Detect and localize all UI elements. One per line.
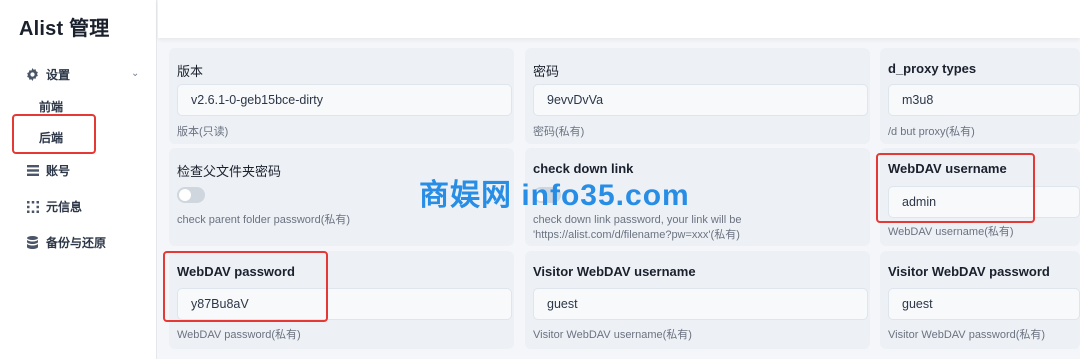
app-title: Alist 管理: [19, 18, 110, 40]
field-help: Visitor WebDAV password(私有): [888, 329, 1046, 341]
sidebar-item-settings[interactable]: 设置: [26, 66, 70, 83]
field-help: WebDAV username(私有): [888, 226, 1014, 238]
setting-card-password: 密码 9evvDvVa 密码(私有): [525, 48, 870, 144]
field-help: WebDAV password(私有): [177, 329, 301, 341]
field-label: Visitor WebDAV password: [888, 264, 1050, 279]
setting-card-visitor-webdav-username: Visitor WebDAV username guest Visitor We…: [525, 251, 870, 349]
highlight-box: [12, 114, 96, 154]
field-help: 密码(私有): [533, 126, 585, 138]
database-icon: [26, 236, 39, 249]
visitor-webdav-username-input[interactable]: guest: [533, 288, 868, 320]
sidebar-item-label: 元信息: [46, 200, 83, 214]
field-help: 'https://alist.com/d/filename?pw=xxx'(私有…: [533, 229, 740, 241]
visitor-webdav-password-input[interactable]: guest: [888, 288, 1080, 320]
highlight-box: [876, 153, 1035, 223]
toggle-knob: [179, 189, 191, 201]
check-parent-password-toggle[interactable]: [177, 187, 205, 203]
watermark-text: 商娱网 info35.com: [419, 179, 690, 212]
field-label: Visitor WebDAV username: [533, 264, 696, 279]
sidebar-item-label: 账号: [46, 164, 71, 178]
list-icon: [26, 164, 39, 177]
field-label: d_proxy types: [888, 61, 977, 76]
field-help: check down link password, your link will…: [533, 214, 742, 226]
gear-icon: [26, 68, 39, 81]
sidebar-item-frontend[interactable]: 前端: [39, 98, 63, 115]
sidebar-item-label: 设置: [46, 68, 71, 82]
version-input[interactable]: v2.6.1-0-geb15bce-dirty: [177, 84, 512, 116]
d-proxy-types-input[interactable]: m3u8: [888, 84, 1080, 116]
sidebar-item-metas[interactable]: 元信息: [26, 198, 82, 215]
field-label: 版本: [177, 64, 204, 79]
field-help: 版本(只读): [177, 126, 229, 138]
highlight-box: [163, 251, 328, 322]
top-bar: [158, 0, 1080, 38]
grid-icon: [26, 200, 39, 213]
field-label: 密码: [533, 64, 560, 79]
field-label: 检查父文件夹密码: [177, 164, 282, 179]
password-input[interactable]: 9evvDvVa: [533, 84, 868, 116]
setting-card-version: 版本 v2.6.1-0-geb15bce-dirty 版本(只读): [169, 48, 514, 144]
sidebar-item-backup[interactable]: 备份与还原: [26, 234, 106, 251]
sidebar-item-accounts[interactable]: 账号: [26, 162, 70, 179]
field-help: Visitor WebDAV username(私有): [533, 329, 692, 341]
chevron-down-icon[interactable]: ⌄: [131, 68, 139, 79]
setting-card-visitor-webdav-password: Visitor WebDAV password guest Visitor We…: [880, 251, 1080, 349]
field-help: check parent folder password(私有): [177, 214, 351, 226]
sidebar: Alist 管理 设置 ⌄ 前端 后端 账号 元信息 备份与还原: [0, 0, 157, 359]
field-help: /d but proxy(私有): [888, 126, 975, 138]
sidebar-item-label: 备份与还原: [46, 236, 107, 250]
setting-card-d-proxy-types: d_proxy types m3u8 /d but proxy(私有): [880, 48, 1080, 144]
